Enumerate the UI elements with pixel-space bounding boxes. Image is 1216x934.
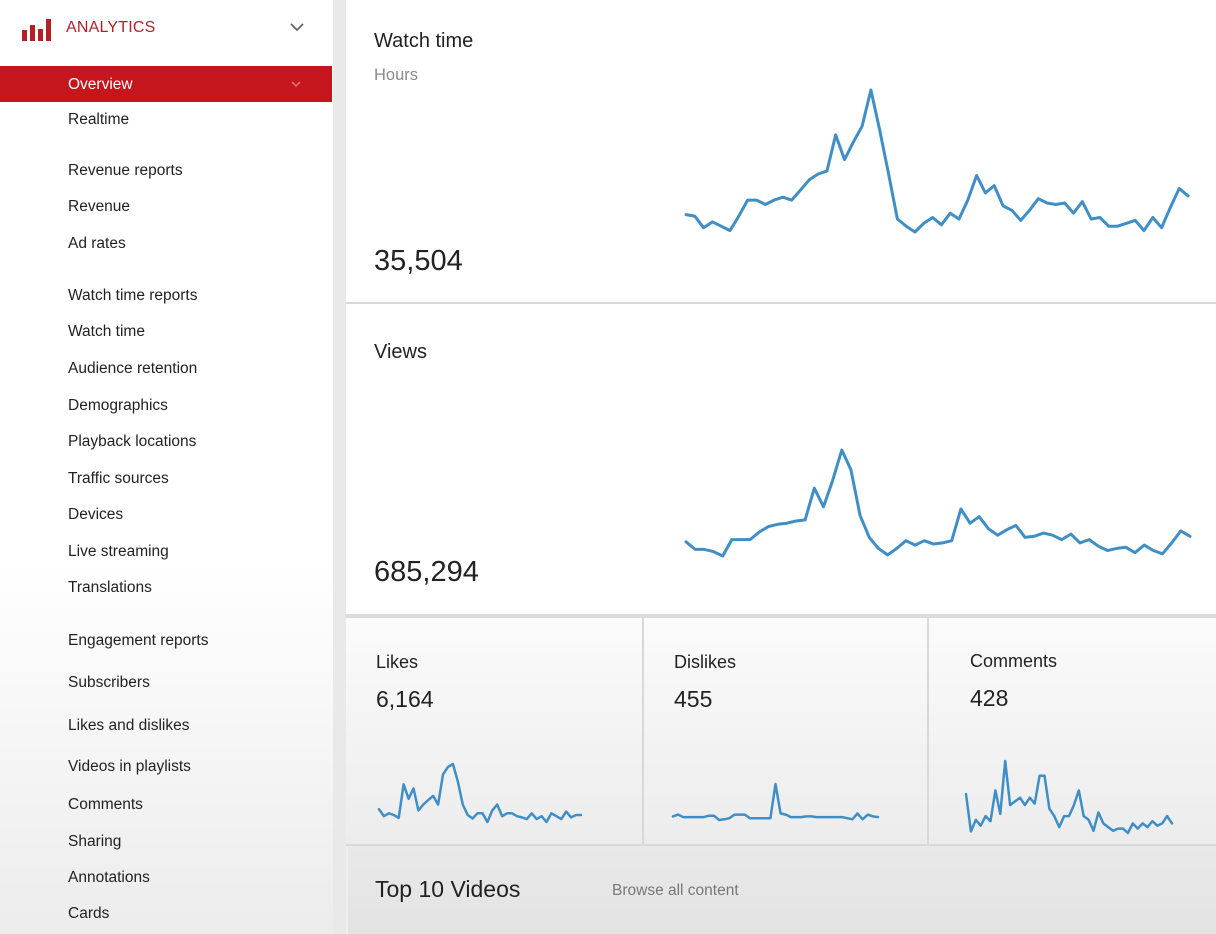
top-videos-title: Top 10 Videos: [375, 876, 521, 902]
top-videos-panel: Top 10 Videos Browse all content: [348, 846, 1216, 934]
sidebar-item-revenue-reports[interactable]: Revenue reports: [0, 153, 333, 189]
sidebar-item-devices[interactable]: Devices: [0, 497, 333, 533]
sidebar-item-label: Traffic sources: [68, 470, 169, 487]
comments-card[interactable]: Comments 428: [929, 618, 1216, 846]
sidebar-item-videos-in-playlists[interactable]: Videos in playlists: [0, 749, 333, 785]
sidebar-item-label: Comments: [68, 796, 143, 813]
chevron-down-icon[interactable]: [288, 20, 306, 34]
sidebar-item-traffic-sources[interactable]: Traffic sources: [0, 461, 333, 497]
sidebar-item-label: Realtime: [68, 111, 130, 128]
sidebar-item-engagement-reports[interactable]: Engagement reports: [0, 623, 333, 659]
sidebar-item-label: Translations: [68, 579, 152, 596]
sidebar-item-comments[interactable]: Comments: [0, 787, 333, 823]
sidebar-item-label: Live streaming: [68, 543, 169, 560]
sidebar-item-annotations[interactable]: Annotations: [0, 860, 333, 896]
sparkline-series-watch-time: [684, 88, 1190, 234]
sidebar-item-watch-time-reports[interactable]: Watch time reports: [0, 278, 333, 314]
sidebar-item-demographics[interactable]: Demographics: [0, 388, 333, 424]
sidebar-item-likes-and-dislikes[interactable]: Likes and dislikes: [0, 708, 333, 744]
sparkline-series-comments: [964, 759, 1174, 835]
sidebar-item-label: Demographics: [68, 397, 168, 414]
sidebar-item-ad-rates[interactable]: Ad rates: [0, 226, 333, 262]
sidebar-item-label: Sharing: [68, 833, 122, 850]
sidebar-item-sharing[interactable]: Sharing: [0, 824, 333, 860]
analytics-header[interactable]: ANALYTICS: [0, 0, 333, 60]
sidebar-item-playback-locations[interactable]: Playback locations: [0, 424, 333, 460]
sidebar-item-label: Devices: [68, 506, 124, 523]
sidebar-item-audience-retention[interactable]: Audience retention: [0, 351, 333, 387]
comments-sparkline: [964, 759, 1174, 835]
dislikes-sparkline: [671, 782, 880, 822]
sidebar-item-watch-time[interactable]: Watch time: [0, 314, 333, 350]
sidebar-item-label: Playback locations: [68, 433, 197, 450]
browse-all-content-link[interactable]: Browse all content: [612, 882, 739, 900]
sidebar-item-label: Revenue: [68, 198, 131, 215]
sparkline-series-views: [684, 448, 1192, 558]
sidebar-item-label: Audience retention: [68, 360, 198, 377]
sidebar-item-label: Annotations: [68, 869, 150, 886]
sidebar-item-label: Videos in playlists: [68, 758, 191, 775]
sidebar-item-realtime[interactable]: Realtime: [0, 102, 333, 138]
sidebar-item-subscribers[interactable]: Subscribers: [0, 665, 333, 701]
chevron-down-icon[interactable]: [290, 79, 302, 89]
sidebar-item-live-streaming[interactable]: Live streaming: [0, 534, 333, 570]
sidebar-scroll-gutter: [333, 0, 346, 934]
views-sparkline: [684, 448, 1192, 558]
likes-sparkline: [377, 762, 583, 824]
sidebar-item-revenue[interactable]: Revenue: [0, 189, 333, 225]
sidebar-item-overview[interactable]: Overview: [0, 66, 332, 102]
sidebar-item-label: Likes and dislikes: [68, 717, 190, 734]
sparkline-series-dislikes: [671, 782, 880, 822]
sidebar-item-label: Overview: [68, 76, 133, 93]
sparkline-series-likes: [377, 762, 583, 824]
analytics-bars-icon: [22, 17, 52, 41]
likes-card[interactable]: Likes 6,164: [346, 618, 642, 846]
sidebar: ANALYTICS Overview Realtime Revenue report…: [0, 0, 333, 934]
sidebar-item-label: Engagement reports: [68, 632, 209, 649]
watch-time-sparkline: [684, 88, 1190, 234]
sidebar-item-label: Cards: [68, 905, 110, 922]
sidebar-item-label: Watch time: [68, 323, 145, 340]
sidebar-item-translations[interactable]: Translations: [0, 570, 333, 606]
analytics-title: ANALYTICS: [66, 19, 156, 36]
views-card[interactable]: Views 685,294: [346, 304, 1216, 614]
dislikes-card[interactable]: Dislikes 455: [644, 618, 927, 846]
sidebar-item-label: Revenue reports: [68, 162, 183, 179]
sidebar-item-label: Ad rates: [68, 235, 126, 252]
sidebar-item-label: Watch time reports: [68, 287, 198, 304]
watch-time-card[interactable]: Watch time Hours 35,504: [346, 0, 1216, 302]
sidebar-item-cards[interactable]: Cards: [0, 896, 333, 932]
sidebar-item-label: Subscribers: [68, 674, 150, 691]
